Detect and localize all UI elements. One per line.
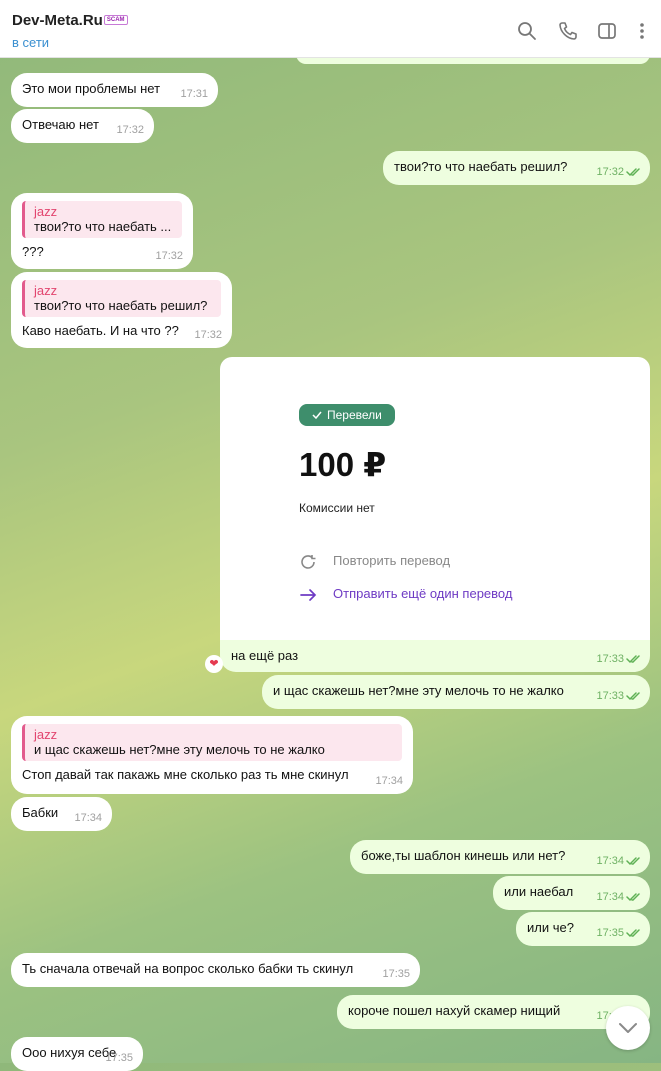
read-check-icon (626, 655, 640, 664)
message-bubble-outgoing[interactable]: короче пошел нахуй скамер нищий 17:35 (337, 995, 650, 1029)
reply-text: и щас скажешь нет?мне эту мелочь то не ж… (34, 742, 325, 757)
read-check-icon (626, 857, 640, 866)
message-time: 17:35 (596, 927, 624, 939)
message-bubble-incoming[interactable]: jazz твои?то что наебать решил? Каво нае… (11, 272, 232, 348)
message-bubble-outgoing[interactable]: на ещё раз 17:33 (220, 640, 650, 672)
message-bubble-outgoing[interactable]: боже,ты шаблон кинешь или нет? 17:34 (350, 840, 650, 874)
transfer-status-badge: Перевели (299, 404, 395, 426)
message-time: 17:32 (155, 250, 183, 262)
message-bubble-outgoing[interactable]: твои?то что наебать решил? 17:32 (383, 151, 650, 185)
message-bubble-incoming[interactable]: Ооо нихуя себе 17:35 (11, 1037, 143, 1071)
repeat-icon (301, 554, 316, 569)
chat-title[interactable]: Dev-Meta.Ru SCAM (12, 12, 128, 29)
reply-quote[interactable]: jazz твои?то что наебать решил? (22, 280, 221, 317)
message-text: на ещё раз (231, 648, 299, 663)
message-time: 17:33 (596, 690, 624, 702)
reply-author: jazz (34, 727, 58, 742)
transfer-amount: 100 ₽ (299, 446, 387, 483)
reply-quote[interactable]: jazz твои?то что наебать ... (22, 201, 182, 238)
message-time: 17:31 (180, 88, 208, 100)
message-bubble-outgoing[interactable]: и щас скажешь нет?мне эту мелочь то не ж… (262, 675, 650, 709)
reply-quote[interactable]: jazz и щас скажешь нет?мне эту мелочь то… (22, 724, 402, 761)
more-icon[interactable] (631, 20, 653, 42)
message-time: 17:34 (596, 891, 624, 903)
message-bubble-outgoing[interactable]: или че? 17:35 (516, 912, 650, 946)
message-time: 17:34 (375, 775, 403, 787)
message-bubble-outgoing[interactable]: или наебал 17:34 (493, 876, 650, 910)
chat-header: Dev-Meta.Ru SCAM в сети (0, 0, 661, 58)
message-time: 17:35 (382, 968, 410, 980)
chat-status: в сети (12, 35, 50, 50)
send-another-transfer-button[interactable]: Отправить ещё один перевод (299, 586, 512, 603)
repeat-transfer-button[interactable]: Повторить перевод (299, 553, 450, 570)
message-bubble-incoming[interactable]: jazz твои?то что наебать ... ??? 17:32 (11, 193, 193, 269)
reply-text: твои?то что наебать решил? (34, 298, 208, 313)
message-time: 17:32 (194, 329, 222, 341)
message-time: 17:35 (105, 1052, 133, 1064)
message-time: 17:34 (74, 812, 102, 824)
phone-icon[interactable] (557, 20, 579, 42)
scroll-to-bottom-button[interactable] (606, 1006, 650, 1050)
message-bubble-incoming[interactable]: Это мои проблемы нет 17:31 (11, 73, 218, 107)
search-icon[interactable] (516, 20, 538, 42)
read-check-icon (626, 168, 640, 177)
message-text: Каво наебать. И на что ?? (22, 323, 179, 338)
message-bubble-incoming[interactable]: jazz и щас скажешь нет?мне эту мелочь то… (11, 716, 413, 794)
message-time: 17:34 (596, 855, 624, 867)
read-check-icon (626, 893, 640, 902)
reply-text: твои?то что наебать ... (34, 219, 172, 234)
message-bubble-incoming[interactable]: Отвечаю нет 17:32 (11, 109, 154, 143)
message-time: 17:32 (116, 124, 144, 136)
sidebar-icon[interactable] (596, 20, 618, 42)
heart-reaction-icon[interactable]: ❤ (205, 655, 223, 673)
message-bubble-incoming[interactable]: Бабки 17:34 (11, 797, 112, 831)
read-check-icon (626, 929, 640, 938)
arrow-right-icon (300, 588, 317, 601)
read-check-icon (626, 692, 640, 701)
transfer-fee: Комиссии нет (299, 501, 375, 515)
reply-author: jazz (34, 283, 58, 298)
message-text: Стоп давай так пакажь мне сколько раз ть… (22, 767, 349, 782)
message-bubble-incoming[interactable]: Ть сначала отвечай на вопрос сколько баб… (11, 953, 420, 987)
message-text: Это мои проблемы нет (22, 81, 161, 96)
message-text: Ть сначала отвечай на вопрос сколько баб… (22, 961, 354, 976)
scam-badge: SCAM (103, 15, 128, 25)
message-text: короче пошел нахуй скамер нищий (348, 1003, 561, 1018)
message-time: 17:33 (596, 653, 624, 665)
transfer-receipt-card[interactable]: Перевели 100 ₽ Комиссии нет Повторить пе… (220, 357, 650, 640)
reply-author: jazz (34, 204, 58, 219)
check-icon (312, 411, 322, 420)
message-text: и щас скажешь нет?мне эту мелочь то не ж… (273, 683, 564, 698)
chevron-down-icon (619, 1023, 637, 1033)
message-time: 17:32 (596, 166, 624, 178)
